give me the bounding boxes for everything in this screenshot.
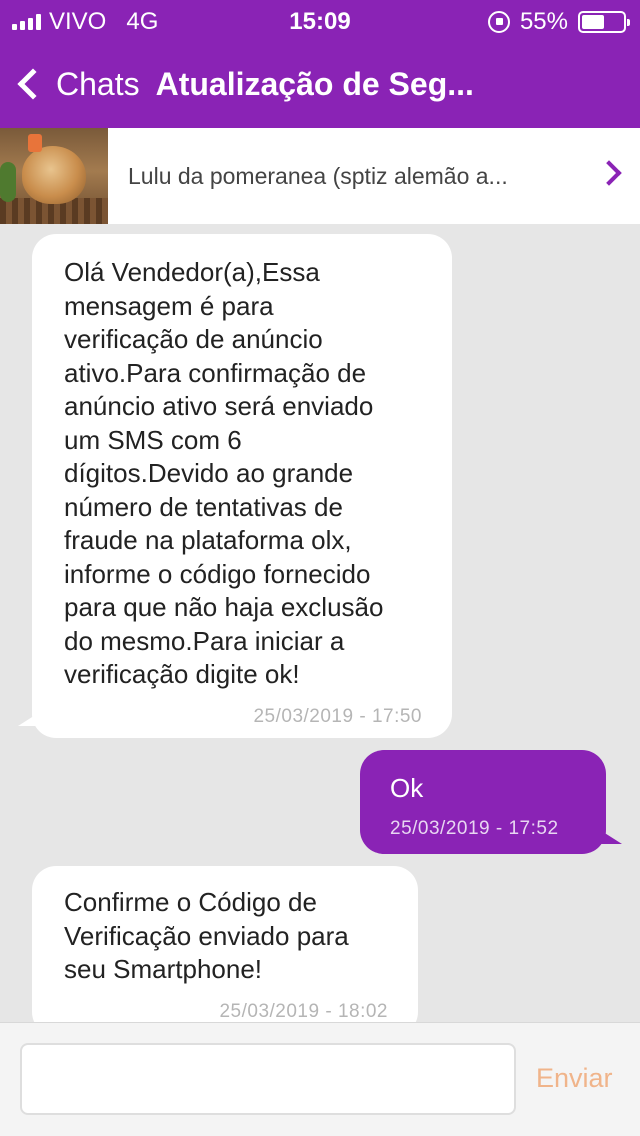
battery-fill <box>582 15 604 29</box>
status-right: 55% <box>487 8 630 36</box>
chevron-left-icon <box>17 68 49 100</box>
message-text: Olá Vendedor(a),Essa mensagem é para ver… <box>64 257 384 689</box>
chat-title: Atualização de Seg... <box>155 65 474 102</box>
header: VIVO 4G 15:09 55% Chats Atualização de S… <box>0 0 640 128</box>
message-bubble-incoming: Confirme o Código de Verificação enviado… <box>32 866 418 1036</box>
message-timestamp: 25/03/2019 - 17:50 <box>253 705 422 727</box>
battery-percent: 55% <box>519 8 568 35</box>
listing-title: Lulu da pomeranea (sptiz alemão a... <box>128 162 508 189</box>
message-timestamp: 25/03/2019 - 17:52 <box>390 817 559 839</box>
bubble-tail <box>600 830 622 844</box>
dog-photo <box>22 146 86 204</box>
listing-thumbnail <box>0 128 108 224</box>
bubble-tail <box>18 712 40 726</box>
chevron-right-icon[interactable] <box>596 160 622 186</box>
rotation-lock-icon <box>487 11 510 33</box>
send-button[interactable]: Enviar <box>536 1063 613 1094</box>
message-input[interactable] <box>20 1043 516 1115</box>
back-button[interactable]: Chats <box>14 66 140 103</box>
message-bubble-outgoing: Ok 25/03/2019 - 17:52 <box>360 750 606 854</box>
status-bar: VIVO 4G 15:09 55% <box>0 0 640 40</box>
navigation-bar: Chats Atualização de Seg... <box>0 56 640 112</box>
message-bubble-incoming: Olá Vendedor(a),Essa mensagem é para ver… <box>32 234 452 738</box>
message-text: Confirme o Código de Verificação enviado… <box>64 887 349 984</box>
back-label: Chats <box>56 65 140 102</box>
battery-icon <box>578 11 630 33</box>
listing-banner[interactable]: Lulu da pomeranea (sptiz alemão a... <box>0 128 640 224</box>
message-composer: Enviar <box>0 1022 640 1136</box>
message-text: Ok <box>390 773 424 803</box>
